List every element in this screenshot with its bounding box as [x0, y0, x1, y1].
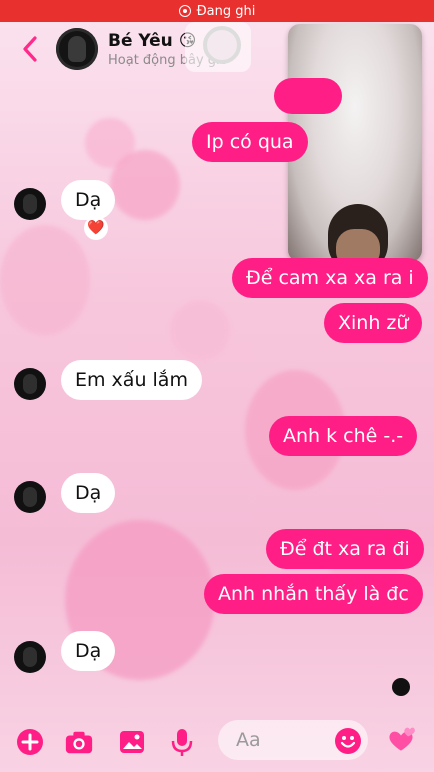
contact-avatar-small — [14, 641, 46, 673]
contact-avatar-small — [14, 481, 46, 513]
message-bubble-incoming[interactable]: Dạ — [61, 631, 116, 671]
recording-banner: Đang ghi — [0, 0, 434, 22]
plus-icon[interactable] — [15, 727, 45, 757]
microphone-icon[interactable] — [167, 727, 197, 757]
background-heart — [170, 300, 230, 360]
hearts-icon[interactable] — [386, 725, 416, 755]
record-icon — [178, 5, 191, 17]
message-bubble-outgoing[interactable] — [274, 78, 342, 114]
emoji-icon[interactable] — [333, 726, 363, 756]
image-icon[interactable] — [117, 727, 147, 757]
call-pill[interactable] — [185, 22, 251, 72]
message-bubble-incoming[interactable]: Em xấu lắm — [61, 360, 202, 400]
message-bubble-outgoing[interactable]: Để đt xa ra đi — [266, 529, 424, 569]
seen-avatar-indicator — [392, 678, 410, 696]
contact-name-text: Bé Yêu — [108, 30, 173, 51]
video-preview[interactable] — [288, 24, 422, 262]
camera-icon[interactable] — [64, 727, 94, 757]
message-bubble-outgoing[interactable]: Ip có qua — [192, 122, 308, 162]
message-input-placeholder: Aa — [236, 729, 261, 751]
contact-avatar-small — [14, 368, 46, 400]
message-bubble-outgoing[interactable]: Xinh zữ — [324, 303, 423, 343]
chevron-left-icon[interactable] — [10, 29, 50, 69]
message-bubble-outgoing[interactable]: Anh k chê -.- — [269, 416, 418, 456]
message-bubble-outgoing[interactable]: Để cam xa xa ra i — [232, 258, 428, 298]
heart-reaction[interactable]: ❤️ — [84, 216, 108, 240]
contact-avatar[interactable] — [56, 28, 98, 70]
background-heart — [110, 150, 180, 220]
recording-label: Đang ghi — [196, 3, 256, 19]
background-heart — [0, 225, 90, 335]
message-bubble-incoming[interactable]: Dạ — [61, 180, 116, 220]
message-bubble-incoming[interactable]: Dạ — [61, 473, 116, 513]
message-bubble-outgoing[interactable]: Anh nhắn thấy là đc — [204, 574, 423, 614]
contact-avatar-small — [14, 188, 46, 220]
